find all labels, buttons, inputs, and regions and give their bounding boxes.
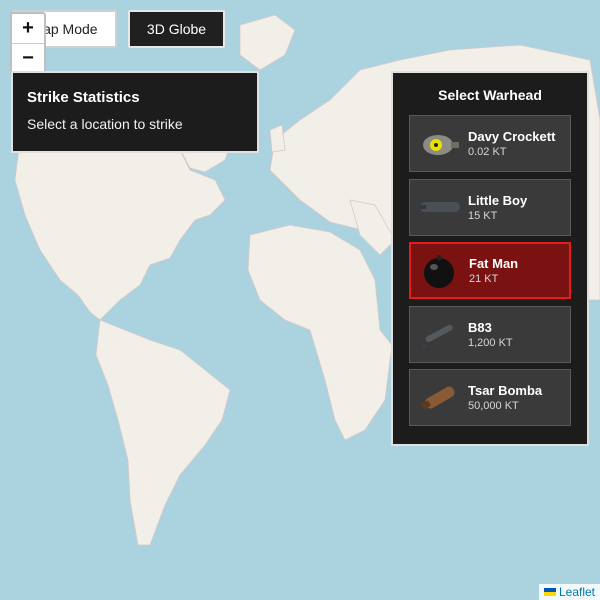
strike-statistics-title: Strike Statistics [27, 89, 140, 106]
strike-statistics-panel: Strike Statistics Select a location to s… [11, 71, 259, 153]
attribution: Leaflet [538, 584, 600, 600]
warhead-option-little-boy[interactable]: Little Boy 15 KT [409, 178, 571, 236]
warhead-yield: 15 KT [468, 209, 498, 222]
warhead-name: Davy Crockett [468, 129, 556, 144]
davy-crockett-icon [423, 134, 459, 155]
warhead-option-b83[interactable]: B83 1,200 KT [409, 305, 571, 363]
ukraine-flag-icon [543, 588, 556, 596]
strike-statistics-message: Select a location to strike [27, 116, 183, 132]
warhead-yield: 0.02 KT [468, 146, 507, 158]
zoom-in-button[interactable]: + [12, 14, 44, 43]
warhead-yield: 21 KT [469, 273, 499, 285]
warhead-option-davy-crockett[interactable]: Davy Crockett 0.02 KT [409, 115, 571, 172]
tsar-bomba-icon [421, 386, 455, 410]
warhead-option-tsar-bomba[interactable]: Tsar Bomba 50,000 KT [409, 369, 571, 426]
leaflet-link[interactable]: Leaflet [559, 585, 595, 599]
warhead-name: Fat Man [469, 256, 519, 271]
b83-icon [420, 324, 453, 349]
warhead-name: Tsar Bomba [468, 383, 543, 398]
little-boy-icon [420, 202, 460, 212]
zoom-out-button[interactable]: − [12, 43, 44, 73]
warhead-selector-title: Select Warhead [438, 87, 542, 103]
warhead-selector-panel: Select Warhead Davy Crockett 0.02 KT Lit… [391, 71, 589, 446]
warhead-yield: 1,200 KT [468, 336, 513, 349]
zoom-control: + − [10, 12, 46, 75]
fat-man-icon [424, 254, 454, 288]
warhead-name: B83 [468, 319, 492, 335]
warhead-name: Little Boy [468, 192, 528, 208]
3d-globe-button[interactable]: 3D Globe [128, 10, 225, 48]
warhead-option-fat-man[interactable]: Fat Man 21 KT [409, 242, 571, 299]
warhead-yield: 50,000 KT [468, 400, 519, 412]
